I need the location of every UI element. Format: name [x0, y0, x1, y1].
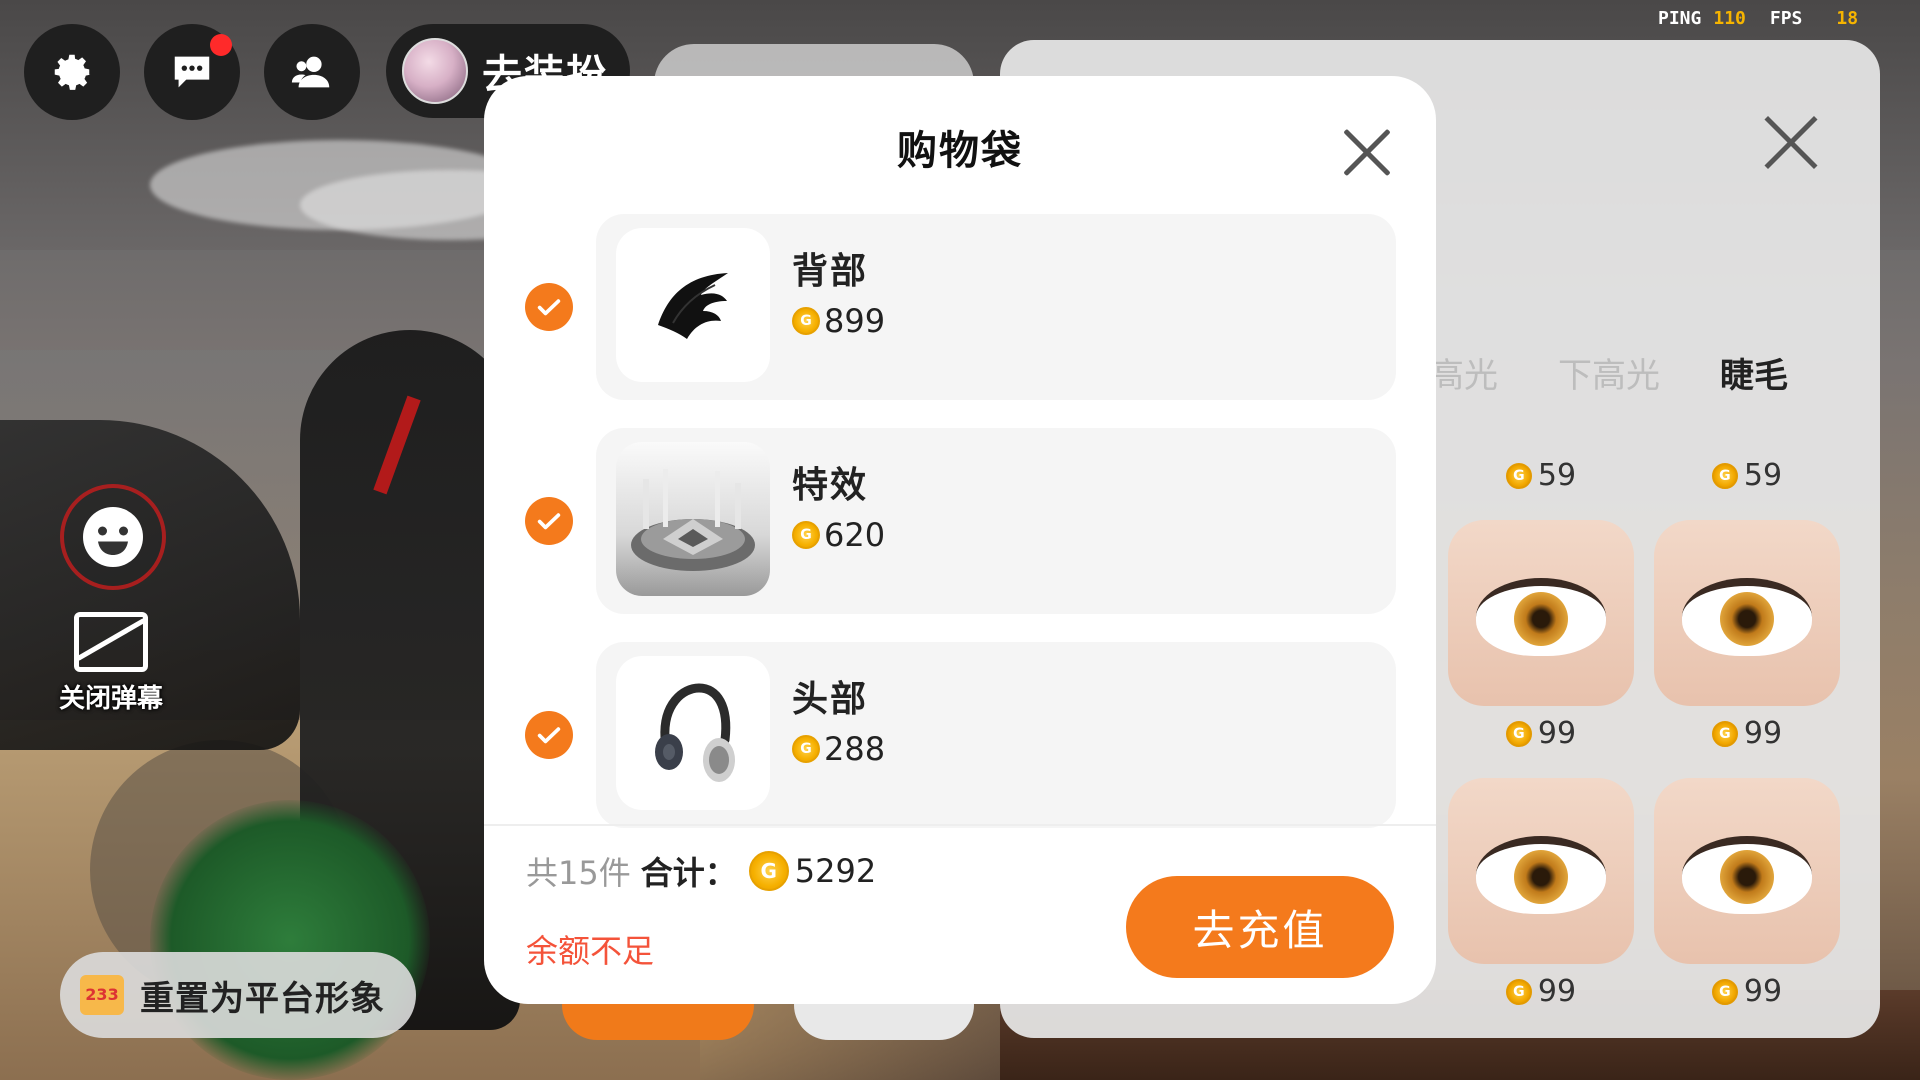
coin-icon: [1711, 720, 1738, 747]
tab-eyelash[interactable]: 睫毛: [1720, 348, 1788, 397]
danmu-toggle[interactable]: 关闭弹幕: [46, 612, 176, 715]
insufficient-balance-text: 余额不足: [526, 932, 655, 970]
fps-label: FPS: [1769, 8, 1803, 29]
fps-value: 18: [1836, 8, 1859, 29]
shop-item-price: 99: [1654, 974, 1840, 1009]
item-thumbnail: [616, 656, 770, 810]
effect-platform-icon: [631, 469, 755, 571]
item-card[interactable]: 特效 620: [596, 428, 1396, 614]
headphones-icon: [655, 683, 735, 782]
platform-logo: 233: [80, 975, 124, 1015]
emoji-button[interactable]: [60, 484, 166, 590]
item-checkbox[interactable]: [525, 497, 573, 545]
tab-highlight[interactable]: 高光: [1430, 348, 1498, 397]
cart-item: 背部 899: [484, 214, 1436, 400]
item-price: 620: [792, 516, 885, 554]
coin-icon: [748, 851, 789, 891]
item-count: 共15件: [526, 854, 631, 892]
item-checkbox[interactable]: [525, 711, 573, 759]
friends-button[interactable]: [264, 24, 360, 120]
eye-icon: [1476, 578, 1606, 656]
black-wing-icon: [658, 273, 728, 339]
shop-item-price: 59: [1448, 458, 1634, 493]
chat-button[interactable]: [144, 24, 240, 120]
eye-icon: [1682, 836, 1812, 914]
coin-icon: [1505, 978, 1532, 1005]
shop-close-icon[interactable]: [1762, 114, 1820, 172]
settings-button[interactable]: [24, 24, 120, 120]
eye-icon: [1476, 836, 1606, 914]
network-stats: PING 110 FPS 18: [1658, 8, 1858, 29]
item-checkbox[interactable]: [525, 283, 573, 331]
shop-item-price: 99: [1448, 974, 1634, 1009]
coin-icon: [792, 307, 820, 335]
eye-icon: [1682, 578, 1812, 656]
item-thumbnail: [616, 228, 770, 382]
cart-item: 头部 288: [484, 642, 1436, 828]
recharge-button[interactable]: 去充值: [1126, 876, 1394, 978]
item-name: 头部: [792, 679, 869, 720]
reset-avatar-button[interactable]: 233 重置为平台形象: [60, 952, 416, 1038]
shop-category-tabs: 高光 下高光 睫毛: [1430, 348, 1788, 397]
item-price: 899: [792, 302, 885, 340]
coin-icon: [792, 521, 820, 549]
coin-icon: [1505, 462, 1532, 489]
danmu-label: 关闭弹幕: [58, 684, 163, 714]
cart-item: 特效 620: [484, 428, 1436, 614]
reset-label: 重置为平台形象: [140, 978, 385, 1019]
notification-dot: [210, 34, 232, 56]
plant-decoration: [150, 800, 430, 1080]
checkmark-icon: [537, 299, 561, 316]
shop-item-eye[interactable]: [1654, 778, 1840, 964]
shop-item-price: 59: [1654, 458, 1840, 493]
smiley-icon: [83, 507, 143, 567]
friends-icon: [291, 56, 330, 88]
checkmark-icon: [537, 727, 561, 744]
order-summary: 共15件 合计： 5292: [526, 848, 876, 894]
ping-label: PING: [1658, 8, 1702, 29]
tab-lower-highlight[interactable]: 下高光: [1558, 348, 1660, 397]
coin-icon: [1711, 978, 1738, 1005]
cart-item-list[interactable]: 背部 899: [484, 214, 1436, 894]
coin-icon: [792, 735, 820, 763]
avatar: [402, 38, 468, 104]
item-card[interactable]: 背部 899: [596, 214, 1396, 400]
shopping-bag-modal: 购物袋 背部 899: [484, 76, 1436, 1004]
item-card[interactable]: 头部 288: [596, 642, 1396, 828]
chat-bubble-icon: [174, 56, 210, 88]
danmu-off-icon: [74, 612, 148, 672]
total-label: 合计：: [640, 854, 737, 892]
shop-item-eye[interactable]: [1654, 520, 1840, 706]
footer-divider: [484, 824, 1436, 826]
item-price: 288: [792, 730, 885, 768]
item-thumbnail: [616, 442, 770, 596]
shop-item-eye[interactable]: [1448, 778, 1634, 964]
close-icon[interactable]: [1342, 128, 1392, 178]
shop-item-eye[interactable]: [1448, 520, 1634, 706]
shop-item-price: 99: [1654, 716, 1840, 751]
modal-title: 购物袋: [897, 128, 1023, 174]
shop-item-price: 99: [1448, 716, 1634, 751]
coin-icon: [1505, 720, 1532, 747]
gear-icon: [54, 54, 91, 90]
coin-icon: [1711, 462, 1738, 489]
ping-value: 110: [1713, 8, 1746, 29]
checkmark-icon: [537, 513, 561, 530]
item-name: 背部: [792, 251, 869, 292]
item-name: 特效: [792, 465, 869, 506]
total-value: 5292: [794, 852, 877, 890]
